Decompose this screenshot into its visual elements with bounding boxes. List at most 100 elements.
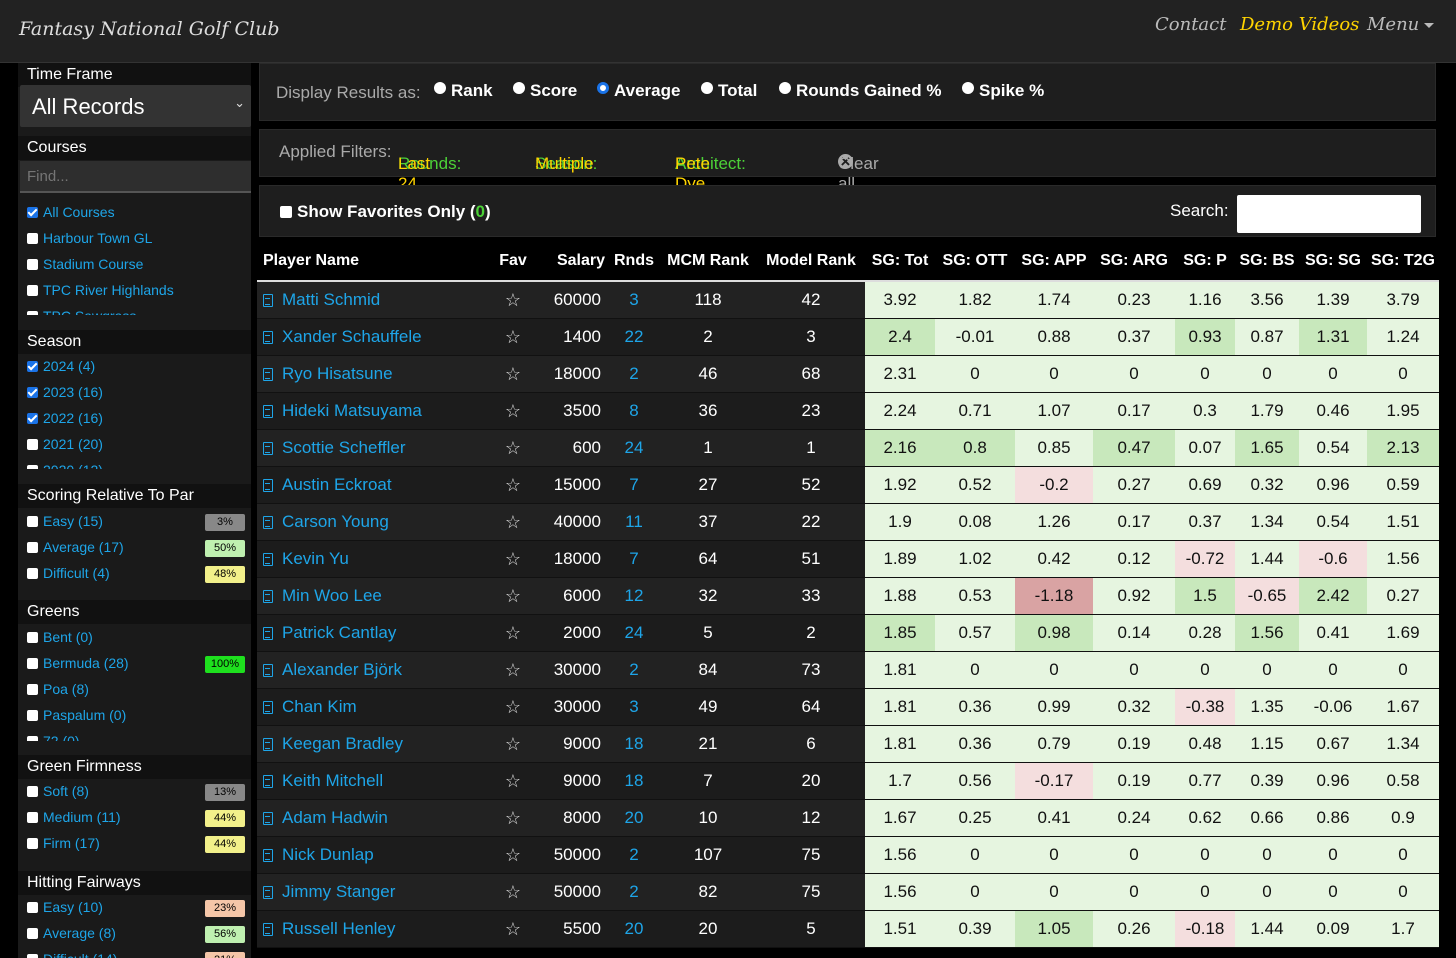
favorite-star-icon[interactable]: ☆ bbox=[493, 910, 533, 948]
rounds-link[interactable]: 11 bbox=[609, 503, 659, 541]
firmness-option[interactable]: Medium (11) bbox=[27, 809, 121, 825]
column-header[interactable]: SG: BS bbox=[1235, 242, 1299, 282]
document-icon[interactable] bbox=[263, 590, 273, 603]
nav-contact[interactable]: Contact bbox=[1155, 14, 1226, 35]
radio-rank[interactable]: Rank bbox=[434, 81, 493, 101]
rounds-link[interactable]: 24 bbox=[609, 614, 659, 652]
show-favorites-toggle[interactable]: Show Favorites Only (0) bbox=[280, 202, 491, 222]
player-name-cell[interactable]: Scottie Scheffler bbox=[257, 429, 493, 467]
player-name-cell[interactable]: Patrick Cantlay bbox=[257, 614, 493, 652]
rounds-link[interactable]: 18 bbox=[609, 725, 659, 763]
fairways-option[interactable]: Easy (10) bbox=[27, 899, 103, 915]
column-header[interactable]: Model Rank bbox=[757, 242, 865, 282]
player-name-cell[interactable]: Austin Eckroat bbox=[257, 466, 493, 504]
rounds-link[interactable]: 2 bbox=[609, 836, 659, 874]
player-name-link[interactable]: Xander Schauffele bbox=[282, 327, 422, 346]
radio-total[interactable]: Total bbox=[701, 81, 757, 101]
favorite-star-icon[interactable]: ☆ bbox=[493, 429, 533, 467]
favorite-star-icon[interactable]: ☆ bbox=[493, 281, 533, 319]
player-name-cell[interactable]: Russell Henley bbox=[257, 910, 493, 948]
document-icon[interactable] bbox=[263, 849, 273, 862]
rounds-link[interactable]: 3 bbox=[609, 688, 659, 726]
radio-rounds-gained[interactable]: Rounds Gained % bbox=[779, 81, 941, 101]
document-icon[interactable] bbox=[263, 479, 273, 492]
column-header[interactable]: SG: SG bbox=[1299, 242, 1367, 282]
rounds-link[interactable]: 22 bbox=[609, 318, 659, 356]
player-name-link[interactable]: Chan Kim bbox=[282, 697, 357, 716]
column-header[interactable]: Rnds bbox=[609, 242, 659, 282]
player-name-cell[interactable]: Ryo Hisatsune bbox=[257, 355, 493, 393]
player-name-cell[interactable]: Alexander Björk bbox=[257, 651, 493, 689]
fairways-option[interactable]: Difficult (14) bbox=[27, 951, 117, 958]
column-header[interactable]: Salary bbox=[533, 242, 609, 282]
rounds-link[interactable]: 2 bbox=[609, 873, 659, 911]
rounds-link[interactable]: 20 bbox=[609, 799, 659, 837]
player-name-cell[interactable]: Kevin Yu bbox=[257, 540, 493, 578]
document-icon[interactable] bbox=[263, 886, 273, 899]
document-icon[interactable] bbox=[263, 701, 273, 714]
column-header[interactable]: SG: OTT bbox=[935, 242, 1015, 282]
player-name-cell[interactable]: Chan Kim bbox=[257, 688, 493, 726]
player-name-cell[interactable]: Matti Schmid bbox=[257, 281, 493, 319]
search-input[interactable] bbox=[1237, 195, 1421, 233]
firmness-option[interactable]: Soft (8) bbox=[27, 783, 89, 799]
player-name-link[interactable]: Alexander Björk bbox=[282, 660, 402, 679]
document-icon[interactable] bbox=[263, 812, 273, 825]
player-name-cell[interactable]: Nick Dunlap bbox=[257, 836, 493, 874]
column-header[interactable]: SG: P bbox=[1175, 242, 1235, 282]
document-icon[interactable] bbox=[263, 923, 273, 936]
favorite-star-icon[interactable]: ☆ bbox=[493, 651, 533, 689]
player-name-link[interactable]: Russell Henley bbox=[282, 919, 395, 938]
document-icon[interactable] bbox=[263, 405, 273, 418]
player-name-link[interactable]: Keith Mitchell bbox=[282, 771, 383, 790]
greens-option[interactable]: 72 (0) bbox=[27, 733, 80, 741]
favorite-star-icon[interactable]: ☆ bbox=[493, 577, 533, 615]
column-header[interactable]: SG: Tot bbox=[865, 242, 935, 282]
rounds-link[interactable]: 8 bbox=[609, 392, 659, 430]
greens-option[interactable]: Paspalum (0) bbox=[27, 707, 126, 723]
rounds-link[interactable]: 7 bbox=[609, 540, 659, 578]
document-icon[interactable] bbox=[263, 442, 273, 455]
column-header[interactable]: Player Name bbox=[257, 242, 493, 282]
rounds-link[interactable]: 24 bbox=[609, 429, 659, 467]
player-name-link[interactable]: Patrick Cantlay bbox=[282, 623, 396, 642]
favorite-star-icon[interactable]: ☆ bbox=[493, 688, 533, 726]
rounds-link[interactable]: 3 bbox=[609, 281, 659, 319]
player-name-link[interactable]: Scottie Scheffler bbox=[282, 438, 405, 457]
fairways-option[interactable]: Average (8) bbox=[27, 925, 116, 941]
document-icon[interactable] bbox=[263, 331, 273, 344]
favorite-star-icon[interactable]: ☆ bbox=[493, 540, 533, 578]
column-header[interactable]: MCM Rank bbox=[659, 242, 757, 282]
nav-demo-videos[interactable]: Demo Videos bbox=[1240, 14, 1359, 35]
greens-option[interactable]: Bent (0) bbox=[27, 629, 93, 645]
favorite-star-icon[interactable]: ☆ bbox=[493, 392, 533, 430]
column-header[interactable]: SG: APP bbox=[1015, 242, 1093, 282]
rounds-link[interactable]: 18 bbox=[609, 762, 659, 800]
document-icon[interactable] bbox=[263, 664, 273, 677]
player-name-cell[interactable]: Adam Hadwin bbox=[257, 799, 493, 837]
document-icon[interactable] bbox=[263, 738, 273, 751]
rounds-link[interactable]: 2 bbox=[609, 651, 659, 689]
player-name-link[interactable]: Kevin Yu bbox=[282, 549, 349, 568]
column-header[interactable]: SG: T2G bbox=[1367, 242, 1439, 282]
favorite-star-icon[interactable]: ☆ bbox=[493, 355, 533, 393]
player-name-cell[interactable]: Keith Mitchell bbox=[257, 762, 493, 800]
favorite-star-icon[interactable]: ☆ bbox=[493, 503, 533, 541]
rounds-link[interactable]: 12 bbox=[609, 577, 659, 615]
greens-option[interactable]: Poa (8) bbox=[27, 681, 89, 697]
player-name-link[interactable]: Hideki Matsuyama bbox=[282, 401, 422, 420]
player-name-link[interactable]: Carson Young bbox=[282, 512, 389, 531]
document-icon[interactable] bbox=[263, 368, 273, 381]
nav-menu[interactable]: Menu bbox=[1367, 14, 1435, 35]
favorite-star-icon[interactable]: ☆ bbox=[493, 466, 533, 504]
document-icon[interactable] bbox=[263, 294, 273, 307]
radio-average[interactable]: Average bbox=[597, 81, 680, 101]
favorite-star-icon[interactable]: ☆ bbox=[493, 799, 533, 837]
document-icon[interactable] bbox=[263, 516, 273, 529]
radio-score[interactable]: Score bbox=[513, 81, 577, 101]
player-name-link[interactable]: Keegan Bradley bbox=[282, 734, 403, 753]
brand-logo[interactable]: Fantasy National Golf Club bbox=[19, 18, 280, 40]
player-name-cell[interactable]: Keegan Bradley bbox=[257, 725, 493, 763]
favorite-star-icon[interactable]: ☆ bbox=[493, 873, 533, 911]
column-header[interactable]: SG: ARG bbox=[1093, 242, 1175, 282]
